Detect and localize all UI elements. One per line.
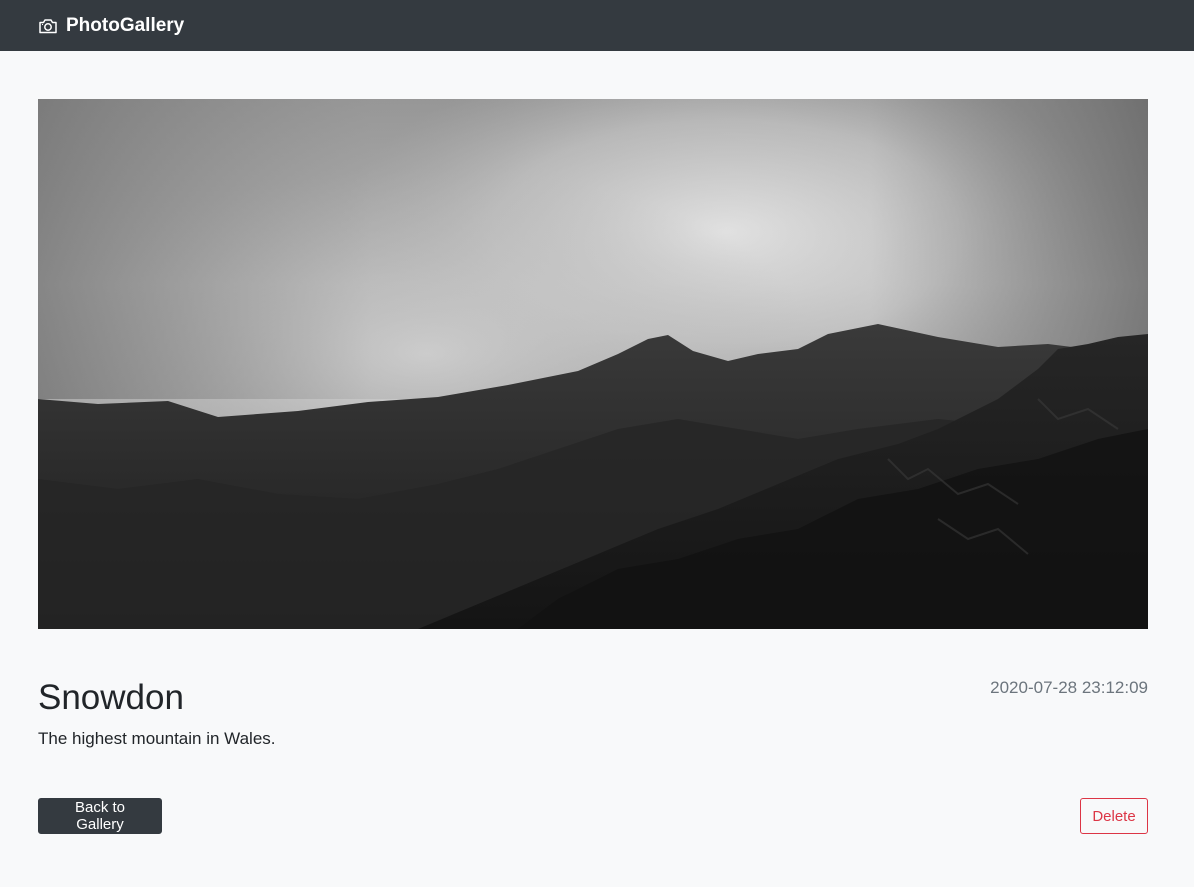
photo-description: The highest mountain in Wales. — [38, 729, 276, 748]
brand-link[interactable]: PhotoGallery — [38, 15, 184, 37]
camera-icon — [38, 17, 58, 35]
navbar: PhotoGallery — [0, 0, 1194, 51]
back-to-gallery-button[interactable]: Back to Gallery — [38, 798, 162, 834]
photo-title: Snowdon — [38, 678, 184, 717]
photo-timestamp: 2020-07-28 23:12:09 — [990, 678, 1148, 697]
photo-image — [38, 99, 1148, 629]
delete-button[interactable]: Delete — [1080, 798, 1148, 834]
brand-label: PhotoGallery — [66, 14, 185, 36]
